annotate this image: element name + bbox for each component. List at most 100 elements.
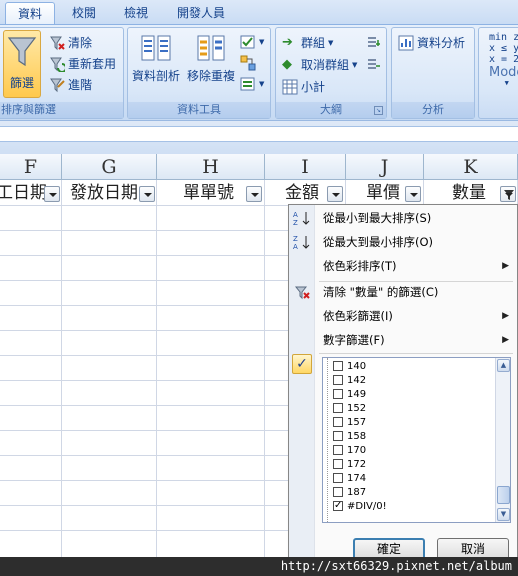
list-item[interactable]: 172 [323,458,493,471]
sort-by-color-label: 依色彩排序(T) [323,259,397,273]
header-cell-f[interactable]: 工日期 [0,180,62,206]
header-cell-k[interactable]: 數量 [424,180,518,206]
group-outline: ➔ 群組 ▼ ◆ 取消群組 ▼ 小計 大綱 ↘ [275,27,387,119]
value-checkbox[interactable] [333,403,343,413]
filter-active-dropdown-k[interactable] [500,186,516,202]
value-label: 142 [347,375,367,386]
number-filters-item[interactable]: 數字篩選(F) ▶ [289,328,517,352]
header-cell-i[interactable]: 金額 [265,180,346,206]
formula-bar[interactable] [0,126,518,142]
value-checkbox[interactable] [333,417,343,427]
list-scrollbar[interactable]: ▲ ▼ [495,358,510,522]
tab-view[interactable]: 檢視 [114,2,158,24]
tab-developer[interactable]: 開發人員 [168,2,234,24]
clear-filter-button[interactable]: 清除 [49,34,92,51]
list-item[interactable]: 174 [323,472,493,485]
data-analysis-button[interactable]: 資料分析 [398,34,465,51]
value-label: 174 [347,473,367,484]
scroll-down-icon[interactable]: ▼ [497,508,510,521]
list-item[interactable]: 170 [323,444,493,457]
list-item[interactable]: 149 [323,388,493,401]
value-label: 172 [347,459,367,470]
list-item[interactable]: 157 [323,416,493,429]
tab-data[interactable]: 資料 [5,2,55,24]
data-validation-icon [240,35,255,49]
filter-values-list[interactable]: 140 142 149 152 157 158 170 172 174 187 … [322,357,511,523]
header-cell-j[interactable]: 單價 [346,180,424,206]
data-validation-button[interactable]: ▼ [240,34,264,50]
tab-review[interactable]: 校閱 [62,2,106,24]
outline-dialog-launcher[interactable]: ↘ [374,106,383,115]
group-label-outline: 大綱 [276,102,386,118]
list-item[interactable]: #DIV/0! [323,499,493,513]
value-checkbox[interactable] [333,445,343,455]
sort-descending-item[interactable]: Z A 從最大到最小排序(O) [289,230,517,254]
column-header-i[interactable]: I [265,154,346,180]
solver-button[interactable]: min z x ≤ y x = 2 Mode ▼ [489,32,518,89]
submenu-arrow-icon: ▶ [502,335,509,345]
clear-filter-item[interactable]: 清除 "數量" 的篩選(C) [289,280,517,304]
remove-duplicates-label: 移除重複 [186,69,235,83]
ribbon: 篩選 清除 重新套用 進階 排序與篩選 資料剖析 移除重複 ▼ ▼ 資料工具 ➔… [0,24,518,120]
value-checkbox[interactable] [333,375,343,385]
filter-dropdown-h[interactable] [246,186,262,202]
subtotal-button[interactable]: 小計 [282,78,325,95]
value-label: 152 [347,403,367,414]
column-header-j[interactable]: J [346,154,424,180]
what-if-button[interactable]: ▼ [240,76,264,92]
value-checkbox-checked[interactable] [333,499,343,512]
consolidate-icon [240,55,256,71]
list-item[interactable]: 140 [323,360,493,373]
reapply-button[interactable]: 重新套用 [49,55,116,72]
column-header-k[interactable]: K [424,154,518,180]
filter-by-color-item[interactable]: 依色彩篩選(I) ▶ [289,304,517,328]
value-label: 170 [347,445,367,456]
column-header-h[interactable]: H [157,154,265,180]
header-cell-h[interactable]: 單單號 [157,180,265,206]
list-item[interactable]: 152 [323,402,493,415]
gridline [156,206,157,557]
filter-by-color-label: 依色彩篩選(I) [323,309,393,323]
autofilter-menu: A Z 從最小到最大排序(S) Z A 從最大到最小排序(O) 依色彩排序(T)… [288,204,518,560]
header-cell-g[interactable]: 發放日期 [62,180,157,206]
list-item[interactable]: 158 [323,430,493,443]
filter-button[interactable]: 篩選 [3,30,41,98]
filter-dropdown-g[interactable] [139,186,155,202]
filter-dropdown-f[interactable] [44,186,60,202]
remove-duplicates-button[interactable]: 移除重複 [184,32,238,84]
ungroup-button[interactable]: ◆ 取消群組 ▼ [282,56,357,73]
solver-mode-label: Mode [489,65,518,80]
value-checkbox[interactable] [333,389,343,399]
group-solver: min z x ≤ y x = 2 Mode ▼ [478,27,518,119]
column-header-g[interactable]: G [62,154,157,180]
filter-dropdown-i[interactable] [327,186,343,202]
list-item[interactable]: 187 [323,486,493,499]
group-label-analysis: 分析 [392,102,474,118]
value-checkbox[interactable] [333,487,343,497]
value-checkbox[interactable] [333,431,343,441]
advanced-button[interactable]: 進階 [49,76,92,93]
sort-by-color-item[interactable]: 依色彩排序(T) ▶ [289,254,517,278]
clear-filter-icon [294,286,310,300]
scroll-up-icon[interactable]: ▲ [497,359,510,372]
clear-filter-label: 清除 "數量" 的篩選(C) [323,285,439,299]
list-item[interactable]: 142 [323,374,493,387]
funnel-icon [504,190,514,200]
sort-ascending-item[interactable]: A Z 從最小到最大排序(S) [289,206,517,230]
column-header-f[interactable]: F [0,154,62,180]
scroll-thumb[interactable] [497,486,510,504]
number-filters-label: 數字篩選(F) [323,333,385,347]
hide-detail-button[interactable] [366,56,385,72]
value-checkbox[interactable] [333,459,343,469]
value-checkbox[interactable] [333,361,343,371]
menu-separator [319,353,513,354]
consolidate-button[interactable] [240,55,259,71]
solver-line2: x ≤ y [489,43,518,54]
value-checkbox[interactable] [333,473,343,483]
chevron-down-icon: ▼ [259,38,265,46]
show-detail-button[interactable] [366,34,385,50]
filter-dropdown-j[interactable] [405,186,421,202]
value-label: 158 [347,431,367,442]
group-button[interactable]: ➔ 群組 ▼ [282,34,333,51]
text-to-columns-button[interactable]: 資料剖析 [132,32,180,84]
